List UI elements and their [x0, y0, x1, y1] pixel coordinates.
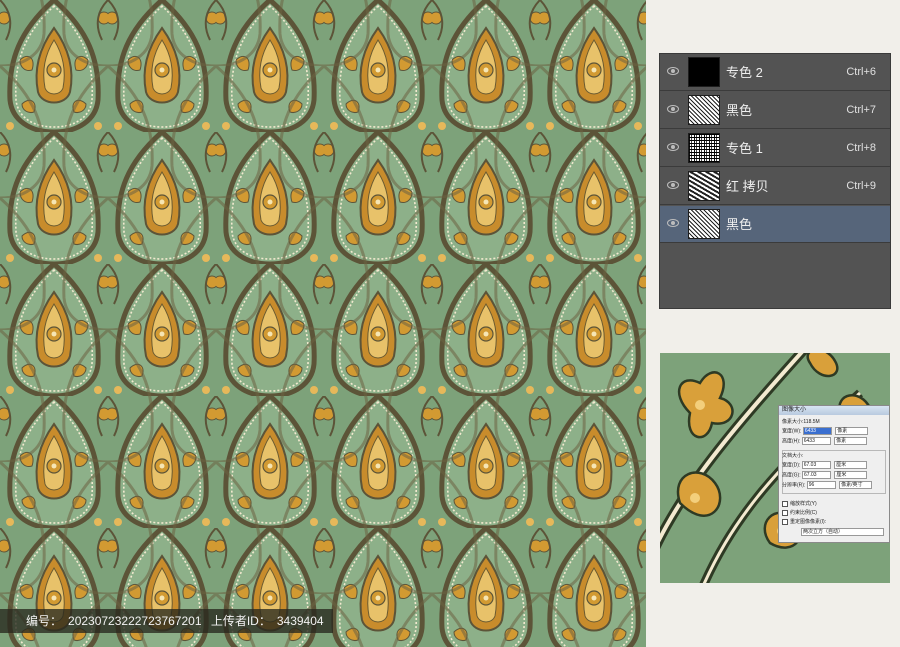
constrain-label: 约束比例(C) [790, 510, 817, 516]
visibility-eye-icon[interactable] [667, 105, 679, 113]
layer-name: 红 拷贝 [726, 179, 769, 194]
constrain-checkbox[interactable] [782, 509, 788, 516]
layer-thumbnail [688, 95, 720, 125]
dialog-title: 图像大小 [779, 406, 889, 415]
doc-height-label: 高度(G): [782, 472, 801, 479]
layer-row-black[interactable]: 黑色 Ctrl+7 [660, 92, 890, 129]
layer-thumbnail [688, 133, 720, 163]
doc-size-label: 文档大小: [782, 453, 804, 459]
image-size-dialog: 图像大小 像素大小:118.5M 宽度(W): 6433 像素 高度(H): 6… [778, 405, 890, 543]
doc-width-unit-select[interactable]: 厘米 [834, 461, 868, 469]
layer-row-spot2[interactable]: 专色 2 Ctrl+6 [660, 54, 890, 91]
visibility-eye-icon[interactable] [667, 181, 679, 189]
resolution-label: 分辨率(R): [782, 482, 806, 489]
layer-shortcut: Ctrl+8 [846, 142, 876, 154]
zoom-preview: 图像大小 像素大小:118.5M 宽度(W): 6433 像素 高度(H): 6… [660, 353, 890, 583]
height-label: 高度(H): [782, 438, 801, 445]
layer-row-spot1[interactable]: 专色 1 Ctrl+8 [660, 130, 890, 167]
layer-row-black-selected[interactable]: 黑色 [660, 206, 890, 243]
damask-pattern-artwork [0, 0, 646, 647]
layer-thumbnail [688, 209, 720, 239]
resolution-input[interactable]: 96 [806, 481, 836, 489]
layer-row-red-copy[interactable]: 红 拷贝 Ctrl+9 [660, 168, 890, 205]
layer-shortcut: Ctrl+7 [846, 104, 876, 116]
layer-name: 专色 1 [726, 141, 763, 156]
layer-thumbnail [688, 171, 720, 201]
channels-panel: 专色 2 Ctrl+6 黑色 Ctrl+7 专色 1 Ctrl+8 红 拷贝 C… [659, 53, 891, 309]
height-input[interactable]: 6433 [801, 437, 831, 445]
visibility-eye-icon[interactable] [667, 143, 679, 151]
pixel-size-label: 像素大小:118.5M [782, 419, 820, 425]
watermark-info-bar: 编号： 20230723222723767201 上传者ID： 3439404 [0, 609, 333, 633]
layer-name: 黑色 [726, 103, 753, 118]
visibility-eye-icon[interactable] [667, 219, 679, 227]
layer-name: 专色 2 [726, 65, 763, 80]
resample-label: 重定图像像素(I): [790, 519, 827, 525]
doc-height-input[interactable]: 67.03 [802, 471, 831, 479]
doc-width-label: 宽度(D): [782, 462, 801, 469]
image-id: 20230723222723767201 [68, 614, 202, 628]
resample-method-select[interactable]: 两次立方（自动） [801, 528, 884, 536]
scale-styles-checkbox[interactable] [782, 500, 788, 507]
layer-name: 黑色 [726, 217, 753, 232]
visibility-eye-icon[interactable] [667, 67, 679, 75]
layer-shortcut: Ctrl+6 [846, 66, 876, 78]
width-label: 宽度(W): [782, 428, 802, 435]
uploader-id: 3439404 [276, 614, 324, 628]
width-unit-select[interactable]: 像素 [835, 427, 869, 435]
layer-shortcut: Ctrl+9 [846, 180, 876, 192]
doc-width-input[interactable]: 67.03 [801, 461, 831, 469]
resample-checkbox[interactable] [782, 518, 788, 525]
scale-styles-label: 缩放样式(Y) [790, 501, 817, 507]
uploader-label: 上传者ID： [210, 614, 271, 628]
width-input[interactable]: 6433 [802, 427, 832, 435]
layer-thumbnail [688, 57, 720, 87]
doc-height-unit-select[interactable]: 厘米 [834, 471, 868, 479]
height-unit-select[interactable]: 像素 [834, 437, 868, 445]
resolution-unit-select[interactable]: 像素/英寸 [839, 481, 873, 489]
id-label: 编号： [26, 614, 63, 628]
